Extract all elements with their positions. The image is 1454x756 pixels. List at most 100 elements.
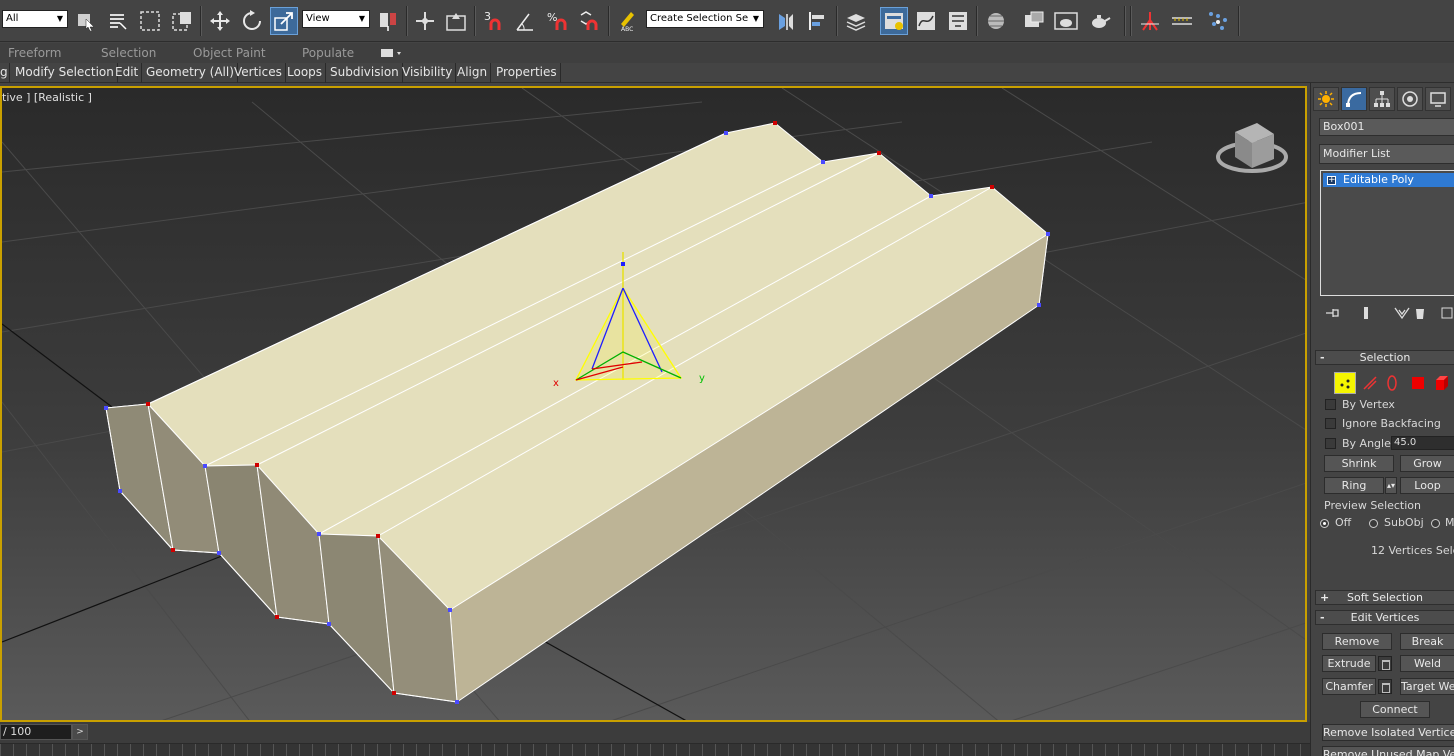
next-frame-button[interactable]: >	[72, 724, 88, 740]
scale-button[interactable]	[270, 7, 298, 35]
selection-filter-dropdown[interactable]: All ▼	[2, 10, 68, 28]
tab-selection[interactable]: Selection	[101, 46, 156, 60]
ring-button[interactable]: Ring	[1324, 477, 1384, 494]
remove-isolated-vertices-button[interactable]: Remove Isolated Vertices	[1322, 724, 1454, 741]
modeling-item-visibility[interactable]: Visibility	[399, 63, 457, 83]
tab-display[interactable]	[1425, 87, 1451, 111]
shrink-button[interactable]: Shrink	[1324, 455, 1394, 472]
show-end-result-button[interactable]	[1357, 305, 1375, 321]
selection-rollout-header[interactable]: - Selection	[1315, 350, 1454, 365]
select-manipulate-button[interactable]	[411, 7, 439, 35]
loop-button[interactable]: Loop	[1400, 477, 1454, 494]
remove-unused-map-verts-button[interactable]: Remove Unused Map Ver	[1322, 746, 1454, 756]
snaps-toggle-button[interactable]: 3	[480, 7, 508, 35]
remove-button[interactable]: Remove	[1322, 633, 1392, 650]
modeling-item-align[interactable]: Align	[454, 63, 492, 83]
curve-editor-button[interactable]	[912, 7, 940, 35]
target-weld-button[interactable]: Target We	[1400, 678, 1454, 695]
chamfer-settings-button[interactable]	[1378, 679, 1392, 694]
graphite-tools-button[interactable]	[1136, 7, 1164, 35]
render-frame-button[interactable]	[1052, 7, 1080, 35]
render-production-button[interactable]	[1086, 7, 1114, 35]
modeling-item-polygon-modeling[interactable]: g	[0, 63, 10, 83]
configure-modifier-sets-button[interactable]	[1439, 305, 1454, 321]
tab-freeform[interactable]: Freeform	[8, 46, 61, 60]
modifier-stack[interactable]: + Editable Poly	[1320, 170, 1454, 296]
percent-snap-button[interactable]: %	[544, 7, 572, 35]
soft-selection-rollout-header[interactable]: + Soft Selection	[1315, 590, 1454, 605]
layer-manager-button[interactable]	[842, 7, 870, 35]
mirror-button[interactable]	[772, 7, 800, 35]
tab-object-paint[interactable]: Object Paint	[193, 46, 266, 60]
ruler-button[interactable]	[1168, 7, 1196, 35]
extrude-button[interactable]: Extrude	[1322, 655, 1376, 672]
by-vertex-checkbox[interactable]	[1325, 399, 1336, 410]
move-button[interactable]	[206, 7, 234, 35]
select-by-name-button[interactable]	[104, 7, 132, 35]
edit-named-selection-button[interactable]: ABC	[614, 7, 642, 35]
perspective-viewport[interactable]: x y tive ] [Realistic ]	[0, 86, 1307, 722]
keyboard-shortcut-button[interactable]	[442, 7, 470, 35]
named-selection-dropdown[interactable]: Create Selection Se ▼	[646, 10, 764, 28]
ignore-backfacing-checkbox[interactable]	[1325, 418, 1336, 429]
grow-button[interactable]: Grow	[1400, 455, 1454, 472]
reference-coordinate-dropdown[interactable]: View ▼	[302, 10, 370, 28]
by-angle-checkbox[interactable]	[1325, 438, 1336, 449]
tab-populate[interactable]: Populate	[302, 46, 354, 60]
editable-poly-box[interactable]	[104, 121, 1050, 704]
tab-modify[interactable]	[1341, 87, 1367, 111]
tab-motion[interactable]	[1397, 87, 1423, 111]
border-mode-button[interactable]	[1381, 372, 1403, 394]
scene-explorer-button[interactable]	[880, 7, 908, 35]
object-name-field[interactable]: Box001	[1319, 118, 1454, 136]
modeling-item-edit[interactable]: Edit	[112, 63, 143, 83]
element-mode-button[interactable]	[1431, 372, 1453, 394]
render-setup-button[interactable]	[1020, 7, 1048, 35]
expand-plus-icon[interactable]: +	[1327, 176, 1336, 185]
rect-selection-region-button[interactable]	[136, 7, 164, 35]
modeling-item-modify-selection[interactable]: Modify Selection	[12, 63, 118, 83]
preview-multi-radio[interactable]	[1431, 519, 1440, 528]
chamfer-button[interactable]: Chamfer	[1322, 678, 1376, 695]
angle-snap-button[interactable]	[512, 7, 540, 35]
tab-hierarchy[interactable]	[1369, 87, 1395, 111]
polygon-mode-button[interactable]	[1407, 372, 1429, 394]
viewport-label[interactable]: tive ] [Realistic ]	[2, 91, 92, 104]
viewcube-icon[interactable]	[1216, 123, 1288, 173]
stack-item-editable-poly[interactable]: + Editable Poly	[1323, 173, 1454, 187]
make-unique-button[interactable]	[1393, 305, 1411, 321]
viewport-scene[interactable]: x y	[2, 88, 1307, 722]
connect-button[interactable]: Connect	[1360, 701, 1430, 718]
rotate-button[interactable]	[238, 7, 266, 35]
pivot-center-button[interactable]	[374, 7, 402, 35]
particle-view-button[interactable]	[1204, 7, 1232, 35]
pin-stack-button[interactable]	[1323, 305, 1341, 321]
modeling-item-properties[interactable]: Properties	[493, 63, 561, 83]
material-editor-button[interactable]	[982, 7, 1010, 35]
window-crossing-button[interactable]	[168, 7, 196, 35]
ribbon-options-button[interactable]	[380, 47, 402, 59]
spinner-snap-button[interactable]	[576, 7, 604, 35]
tab-create[interactable]	[1313, 87, 1339, 111]
timeline-track[interactable]	[0, 743, 1310, 756]
select-object-button[interactable]	[72, 7, 100, 35]
break-button[interactable]: Break	[1400, 633, 1454, 650]
modifier-list-dropdown[interactable]: Modifier List	[1319, 144, 1454, 164]
preview-subobj-radio[interactable]	[1369, 519, 1378, 528]
preview-off-radio[interactable]	[1320, 519, 1329, 528]
vertex-mode-button[interactable]	[1334, 372, 1356, 394]
modeling-item-loops[interactable]: Loops	[284, 63, 327, 83]
modeling-item-subdivision[interactable]: Subdivision	[327, 63, 403, 83]
by-angle-input[interactable]: 45.0	[1391, 436, 1454, 450]
modeling-item-vertices[interactable]: Vertices	[231, 63, 286, 83]
remove-modifier-button[interactable]	[1411, 305, 1429, 321]
edit-vertices-rollout-header[interactable]: - Edit Vertices	[1315, 610, 1454, 625]
time-slider[interactable]: / 100	[0, 724, 72, 740]
align-button[interactable]	[804, 7, 832, 35]
ring-spinner[interactable]: ▴▾	[1385, 477, 1397, 494]
weld-button[interactable]: Weld	[1400, 655, 1454, 672]
extrude-settings-button[interactable]	[1378, 656, 1392, 671]
modeling-item-geometry-all[interactable]: Geometry (All)	[143, 63, 238, 83]
edge-mode-button[interactable]	[1359, 372, 1381, 394]
schematic-view-button[interactable]	[944, 7, 972, 35]
